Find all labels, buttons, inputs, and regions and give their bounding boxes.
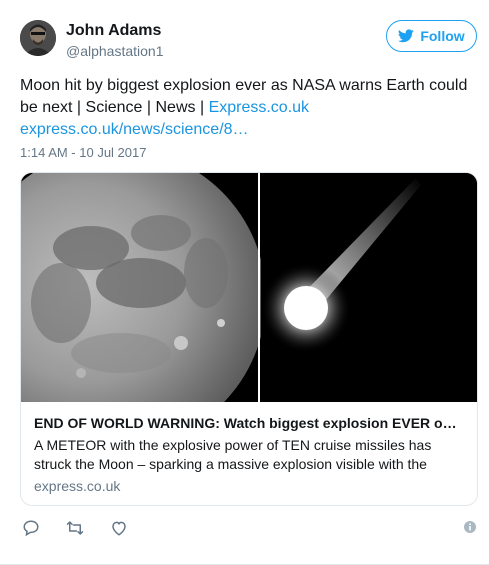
like-icon <box>112 521 126 536</box>
follow-label: Follow <box>420 28 465 44</box>
avatar[interactable] <box>20 20 56 56</box>
card-domain: express.co.uk <box>34 478 121 494</box>
card-title[interactable]: END OF WORLD WARNING: Watch biggest expl… <box>34 415 466 431</box>
card-description: A METEOR with the explosive power of TEN… <box>34 437 432 472</box>
author-name[interactable]: John Adams <box>66 22 161 40</box>
inline-link[interactable]: Express.co.uk <box>209 99 309 116</box>
tweet-text: Moon hit by biggest explosion ever as NA… <box>20 75 475 141</box>
reply-button[interactable] <box>20 518 42 538</box>
retweet-icon <box>66 521 84 535</box>
follow-button[interactable]: Follow <box>386 20 477 52</box>
author-handle[interactable]: @alphastation1 <box>66 43 164 59</box>
reply-icon <box>23 520 39 537</box>
retweet-button[interactable] <box>64 518 86 538</box>
card-image[interactable] <box>21 173 477 402</box>
tweet-container: John Adams @alphastation1 Follow Moon hi… <box>0 0 489 565</box>
link-card[interactable]: END OF WORLD WARNING: Watch biggest expl… <box>20 172 478 506</box>
timestamp[interactable]: 1:14 AM - 10 Jul 2017 <box>20 145 146 160</box>
tweet-actions <box>20 518 152 538</box>
info-icon[interactable] <box>464 521 476 533</box>
twitter-bird-icon <box>398 29 415 43</box>
like-button[interactable] <box>108 518 130 538</box>
tweet-url[interactable]: express.co.uk/news/science/8… <box>20 121 249 138</box>
moon-graphic <box>21 173 261 402</box>
